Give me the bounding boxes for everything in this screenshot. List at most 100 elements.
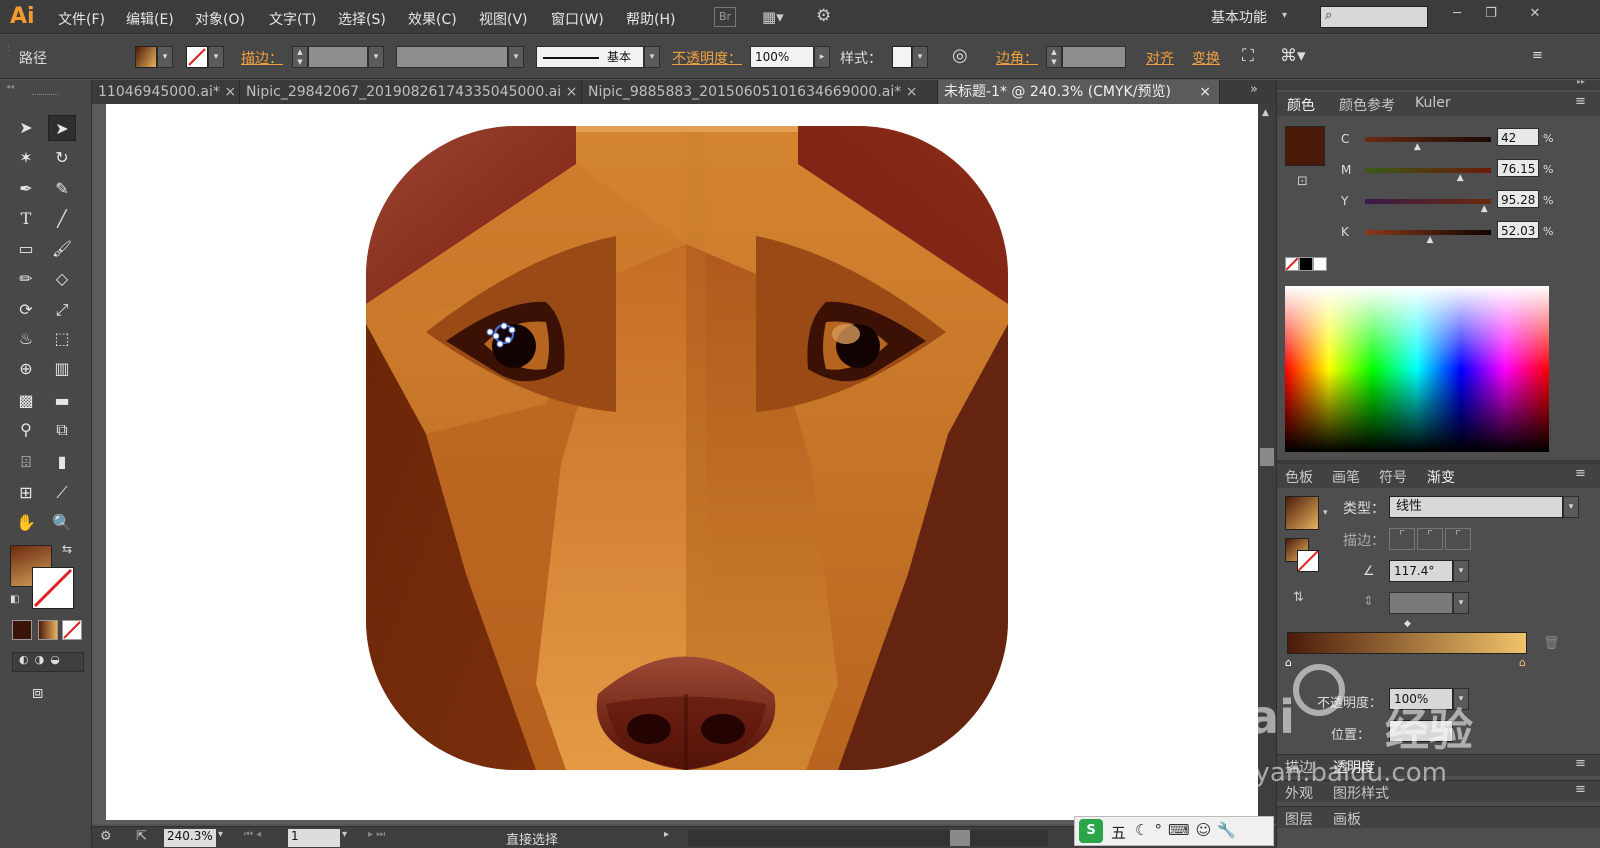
none-mode-button[interactable] [62, 620, 82, 640]
color-swatch[interactable] [1285, 126, 1325, 166]
eyedropper-tool-icon[interactable]: ⚲ [12, 417, 40, 443]
sogou-icon[interactable]: S [1079, 819, 1103, 843]
channel-c-thumb[interactable]: ▲ [1414, 142, 1421, 152]
hand-tool-icon[interactable]: ✋ [12, 510, 40, 536]
scroll-thumb[interactable] [1260, 448, 1274, 466]
scroll-up-icon[interactable]: ▲ [1262, 108, 1269, 118]
tab-brushes[interactable]: 画笔 [1332, 467, 1360, 487]
tab-symbols[interactable]: 符号 [1379, 467, 1407, 487]
first-artboard-icon[interactable]: ⏮ ◂ [244, 829, 261, 840]
arrange-documents-icon[interactable]: ▦▾ [762, 8, 784, 26]
chevron-down-icon[interactable]: ▾ [1282, 10, 1287, 21]
angle-dropdown[interactable]: ▾ [1453, 560, 1469, 582]
line-tool-icon[interactable]: ╱ [48, 206, 76, 232]
tab-document-3[interactable]: Nipic_9885883_20150605101634669000.ai* × [582, 80, 938, 104]
curvature-tool-icon[interactable]: ✎ [48, 176, 76, 202]
stroke-weight-stepper[interactable]: ▲ ▼ [292, 46, 308, 68]
direct-selection-tool-icon[interactable]: ➤ [48, 115, 76, 141]
opacity-dropdown[interactable]: ▸ [814, 46, 830, 68]
free-transform-tool-icon[interactable]: ⬚ [48, 326, 76, 352]
channel-c-slider[interactable] [1365, 137, 1491, 142]
type-tool-icon[interactable]: T [12, 206, 40, 232]
slice-tool-icon[interactable]: ⟋ [48, 480, 76, 506]
variable-width-field[interactable] [396, 46, 508, 68]
artboard[interactable] [106, 104, 1274, 820]
tab-color-guide[interactable]: 颜色参考 [1339, 95, 1395, 115]
white-color-button[interactable] [1313, 257, 1327, 271]
brush-dropdown[interactable]: ▾ [644, 46, 660, 68]
isolate-icon[interactable]: ⛶ [1242, 46, 1254, 66]
menu-window[interactable]: 窗口(W) [551, 9, 604, 29]
zoom-dropdown-icon[interactable]: ▾ [218, 829, 223, 840]
menu-edit[interactable]: 编辑(E) [126, 9, 174, 29]
expand-panels-icon[interactable]: ▸▸ [1577, 77, 1585, 86]
align-link[interactable]: 对齐 [1146, 48, 1174, 68]
perspective-grid-tool-icon[interactable]: ▥ [48, 356, 76, 382]
minimize-button[interactable]: ─ [1444, 4, 1470, 24]
menu-object[interactable]: 对象(O) [195, 9, 245, 29]
corner-label[interactable]: 边角： [996, 48, 1038, 68]
draw-modes-icon[interactable]: ◐◑◒ [12, 652, 84, 672]
close-window-button[interactable]: ✕ [1522, 4, 1548, 24]
menu-select[interactable]: 选择(S) [338, 9, 386, 29]
out-of-gamut-icon[interactable]: ⊡ [1297, 174, 1308, 189]
close-icon[interactable]: × [224, 84, 236, 100]
symbol-sprayer-tool-icon[interactable]: ⌹ [12, 449, 40, 475]
gradient-stop-right[interactable]: ⌂ [1519, 656, 1526, 669]
column-graph-tool-icon[interactable]: ▮ [48, 449, 76, 475]
blend-tool-icon[interactable]: ⧉ [48, 417, 76, 443]
menu-view[interactable]: 视图(V) [479, 9, 528, 29]
select-similar-icon[interactable]: ⌘▾ [1280, 46, 1306, 66]
tab-kuler[interactable]: Kuler [1415, 95, 1451, 111]
panel-menu-icon[interactable]: ≡ [1532, 48, 1543, 63]
menu-help[interactable]: 帮助(H) [626, 9, 675, 29]
opacity-field[interactable]: 100% [750, 46, 814, 68]
tab-color[interactable]: 颜色 [1287, 95, 1315, 115]
share-icon[interactable]: ⇱ [136, 829, 147, 844]
recolor-artwork-icon[interactable]: ◎ [952, 45, 968, 66]
transform-link[interactable]: 变换 [1192, 48, 1220, 68]
panel-menu-icon[interactable]: ≡ [1575, 94, 1586, 109]
dog-face-artwork[interactable] [106, 104, 1256, 820]
gradient-stop-left[interactable]: ⌂ [1285, 656, 1292, 669]
gradient-type-select[interactable]: 线性 [1389, 496, 1563, 518]
menu-effect[interactable]: 效果(C) [408, 9, 457, 29]
eraser-tool-icon[interactable]: ◇ [48, 266, 76, 292]
tab-layers[interactable]: 图层 [1285, 809, 1313, 829]
pen-tool-icon[interactable]: ✒ [12, 176, 40, 202]
tab-gradient[interactable]: 渐变 [1427, 467, 1455, 487]
menu-file[interactable]: 文件(F) [58, 9, 105, 29]
rectangle-tool-icon[interactable]: ▭ [12, 236, 40, 262]
h-scroll-thumb[interactable] [950, 830, 970, 846]
graphic-style-swatch[interactable] [892, 46, 912, 68]
channel-m-slider[interactable] [1365, 168, 1491, 173]
stroke-weight-field[interactable] [308, 46, 368, 68]
color-mode-button[interactable] [12, 620, 32, 640]
brush-definition-field[interactable]: 基本 [536, 46, 644, 68]
gradient-type-dropdown[interactable]: ▾ [1563, 496, 1579, 518]
last-artboard-icon[interactable]: ▸ ⏭ [368, 829, 385, 840]
reverse-gradient-icon[interactable]: ⇅ [1293, 590, 1304, 605]
opacity-label[interactable]: 不透明度： [672, 48, 742, 68]
magic-wand-tool-icon[interactable]: ✶ [12, 145, 40, 171]
channel-m-value[interactable]: 76.15 [1497, 159, 1539, 177]
paintbrush-tool-icon[interactable]: 🖌 [48, 236, 76, 262]
gradient-slider[interactable] [1287, 632, 1527, 654]
stroke-along-icon[interactable]: ⌜ [1417, 528, 1443, 550]
scale-tool-icon[interactable]: ⤢ [48, 297, 76, 323]
none-color-button[interactable] [1285, 257, 1299, 271]
gradient-preset-dropdown-icon[interactable]: ▾ [1323, 508, 1328, 518]
channel-y-thumb[interactable]: ▲ [1481, 204, 1488, 214]
ime-mode-label[interactable]: 五 [1111, 822, 1126, 843]
tab-document-1[interactable]: 11046945000.ai* × [92, 80, 240, 104]
swap-colors-icon[interactable]: ⇆ [62, 542, 72, 556]
gradient-mode-button[interactable] [38, 620, 58, 640]
stroke-within-icon[interactable]: ⌜ [1389, 528, 1415, 550]
channel-m-thumb[interactable]: ▲ [1457, 173, 1464, 183]
corner-radius-field[interactable] [1062, 46, 1126, 68]
fill-swatch[interactable] [135, 46, 157, 68]
panel-menu-icon[interactable]: ≡ [1575, 756, 1586, 771]
tab-document-2[interactable]: Nipic_29842067_20190826174335045000.ai × [240, 80, 582, 104]
workspace-switcher[interactable]: 基本功能 [1211, 7, 1267, 27]
screen-mode-icon[interactable]: ⧈ [32, 682, 43, 703]
